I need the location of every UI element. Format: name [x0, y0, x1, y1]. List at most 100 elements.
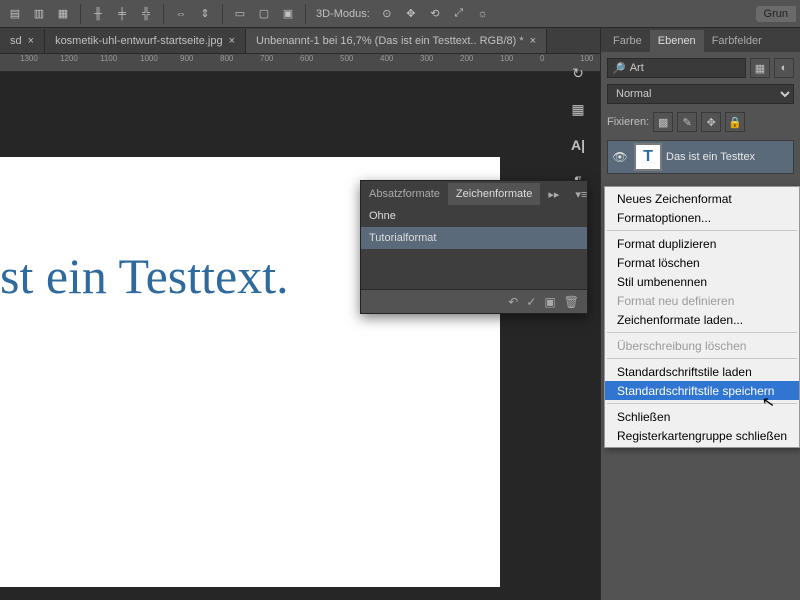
align-left-icon[interactable]: ▤ — [4, 3, 26, 25]
ruler-tick: 400 — [380, 54, 393, 63]
ruler-tick: 200 — [460, 54, 473, 63]
panel-tabs: Farbe Ebenen Farbfelder — [601, 28, 800, 52]
ruler-tick: 0 — [540, 54, 544, 63]
mode-2-icon[interactable]: ▢ — [253, 3, 275, 25]
distribute-2-icon[interactable]: ╪ — [111, 3, 133, 25]
ruler-tick: 900 — [180, 54, 193, 63]
light-icon[interactable]: ☼ — [472, 3, 494, 25]
menu-item[interactable]: Schließen — [605, 407, 799, 426]
lock-pixels-icon[interactable]: ✎ — [677, 112, 697, 132]
layer-name[interactable]: Das ist ein Testtex — [666, 151, 755, 163]
ruler-tick: 800 — [220, 54, 233, 63]
style-list: Ohne Tutorialformat — [361, 205, 587, 289]
undo-icon[interactable]: ↶ — [508, 295, 518, 309]
pan-icon[interactable]: ✥ — [400, 3, 422, 25]
menu-item[interactable]: Formatoptionen... — [605, 208, 799, 227]
tab-farbfelder[interactable]: Farbfelder — [704, 30, 770, 52]
mode-3-icon[interactable]: ▣ — [277, 3, 299, 25]
menu-item[interactable]: Standardschriftstile speichern — [605, 381, 799, 400]
filter-type-label: Art — [630, 62, 644, 74]
scale-icon[interactable]: ⤢ — [448, 3, 470, 25]
ruler-tick: 1300 — [20, 54, 38, 63]
layer-row[interactable]: 👁 T Das ist ein Testtex — [607, 140, 794, 174]
doc-tab-label: Unbenannt-1 bei 16,7% (Das ist ein Testt… — [256, 35, 524, 47]
menu-separator — [607, 332, 797, 333]
ruler-tick: 500 — [340, 54, 353, 63]
doc-tab-label: kosmetik-uhl-entwurf-startseite.jpg — [55, 35, 223, 47]
ruler-tick: 1000 — [140, 54, 158, 63]
search-icon: 🔎 — [612, 62, 626, 75]
filter-adjust-icon[interactable]: ◐ — [774, 58, 794, 78]
divider — [163, 4, 164, 24]
mode-1-icon[interactable]: ▭ — [229, 3, 251, 25]
ruler-tick: 1200 — [60, 54, 78, 63]
ruler-tick: 300 — [420, 54, 433, 63]
tab-zeichenformate[interactable]: Zeichenformate — [448, 183, 540, 205]
mode-label: 3D-Modus: — [312, 8, 374, 20]
lock-row: Fixieren: ▩ ✎ ✥ 🔒 — [607, 112, 794, 132]
menu-item[interactable]: Registerkartengruppe schließen — [605, 426, 799, 445]
divider — [80, 4, 81, 24]
divider — [305, 4, 306, 24]
char-panel-footer: ↶ ✓ ▣ 🗑 — [361, 289, 587, 313]
blend-mode-select[interactable]: Normal — [607, 84, 794, 104]
menu-item: Überschreibung löschen — [605, 336, 799, 355]
menu-item[interactable]: Format duplizieren — [605, 234, 799, 253]
panel-menu-icon[interactable]: ▾≡ — [567, 183, 595, 205]
menu-item: Format neu definieren — [605, 291, 799, 310]
lock-label: Fixieren: — [607, 116, 649, 128]
character-styles-panel: Absatzformate Zeichenformate ▸▸ ▾≡ Ohne … — [360, 180, 588, 314]
menu-separator — [607, 358, 797, 359]
layer-type-thumb: T — [634, 143, 662, 171]
ruler-tick: 1100 — [100, 54, 117, 63]
ruler-tick: 600 — [300, 54, 313, 63]
align-right-icon[interactable]: ▦ — [52, 3, 74, 25]
menu-item[interactable]: Zeichenformate laden... — [605, 310, 799, 329]
ruler-tick: 700 — [260, 54, 273, 63]
tab-absatzformate[interactable]: Absatzformate — [361, 183, 448, 205]
canvas-area[interactable]: st ein Testtext. — [0, 72, 600, 600]
align-center-icon[interactable]: ▥ — [28, 3, 50, 25]
close-icon[interactable]: × — [28, 35, 34, 47]
rotate-icon[interactable]: ⟲ — [424, 3, 446, 25]
trash-icon[interactable]: 🗑 — [564, 295, 579, 309]
tab-ebenen[interactable]: Ebenen — [650, 30, 704, 52]
style-item-tutorialformat[interactable]: Tutorialformat — [361, 227, 587, 249]
menu-item[interactable]: Standardschriftstile laden — [605, 362, 799, 381]
panel-context-menu: Neues ZeichenformatFormatoptionen... Form… — [604, 186, 800, 448]
visibility-eye-icon[interactable]: 👁 — [610, 150, 630, 164]
new-style-icon[interactable]: ▣ — [544, 295, 555, 309]
lock-all-icon[interactable]: 🔒 — [725, 112, 745, 132]
doc-tab[interactable]: sd × — [0, 29, 45, 53]
distribute-1-icon[interactable]: ╫ — [87, 3, 109, 25]
close-icon[interactable]: × — [530, 35, 536, 47]
spacing-h-icon[interactable]: ⇔ — [170, 3, 192, 25]
divider — [222, 4, 223, 24]
menu-item[interactable]: Stil umbenennen — [605, 272, 799, 291]
doc-tab[interactable]: kosmetik-uhl-entwurf-startseite.jpg × — [45, 29, 246, 53]
menu-item[interactable]: Format löschen — [605, 253, 799, 272]
tab-farbe[interactable]: Farbe — [605, 30, 650, 52]
apply-icon[interactable]: ✓ — [526, 295, 536, 309]
layers-panel: 🔎 Art ▦ ◐ Normal Fixieren: ▩ ✎ ✥ 🔒 👁 T D… — [601, 52, 800, 180]
filter-type-select[interactable]: 🔎 Art — [607, 58, 746, 78]
doc-tab-active[interactable]: Unbenannt-1 bei 16,7% (Das ist ein Testt… — [246, 29, 547, 53]
ruler-tick: 100 — [500, 54, 513, 63]
collapse-icon[interactable]: ▸▸ — [540, 183, 567, 205]
spacing-v-icon[interactable]: ⇕ — [194, 3, 216, 25]
lock-transparency-icon[interactable]: ▩ — [653, 112, 673, 132]
menu-separator — [607, 403, 797, 404]
menu-separator — [607, 230, 797, 231]
workspace-switcher[interactable]: Grun — [756, 6, 796, 22]
close-icon[interactable]: × — [229, 35, 235, 47]
character-icon[interactable]: A| — [563, 130, 593, 160]
filter-image-icon[interactable]: ▦ — [750, 58, 770, 78]
distribute-3-icon[interactable]: ╬ — [135, 3, 157, 25]
lock-position-icon[interactable]: ✥ — [701, 112, 721, 132]
orbit-icon[interactable]: ⊙ — [376, 3, 398, 25]
swatches-icon[interactable]: ▦ — [563, 94, 593, 124]
style-item-ohne[interactable]: Ohne — [361, 205, 587, 227]
collapsed-panel-strip: ↻ ▦ A| ¶ — [557, 54, 599, 196]
menu-item[interactable]: Neues Zeichenformat — [605, 189, 799, 208]
history-icon[interactable]: ↻ — [563, 58, 593, 88]
